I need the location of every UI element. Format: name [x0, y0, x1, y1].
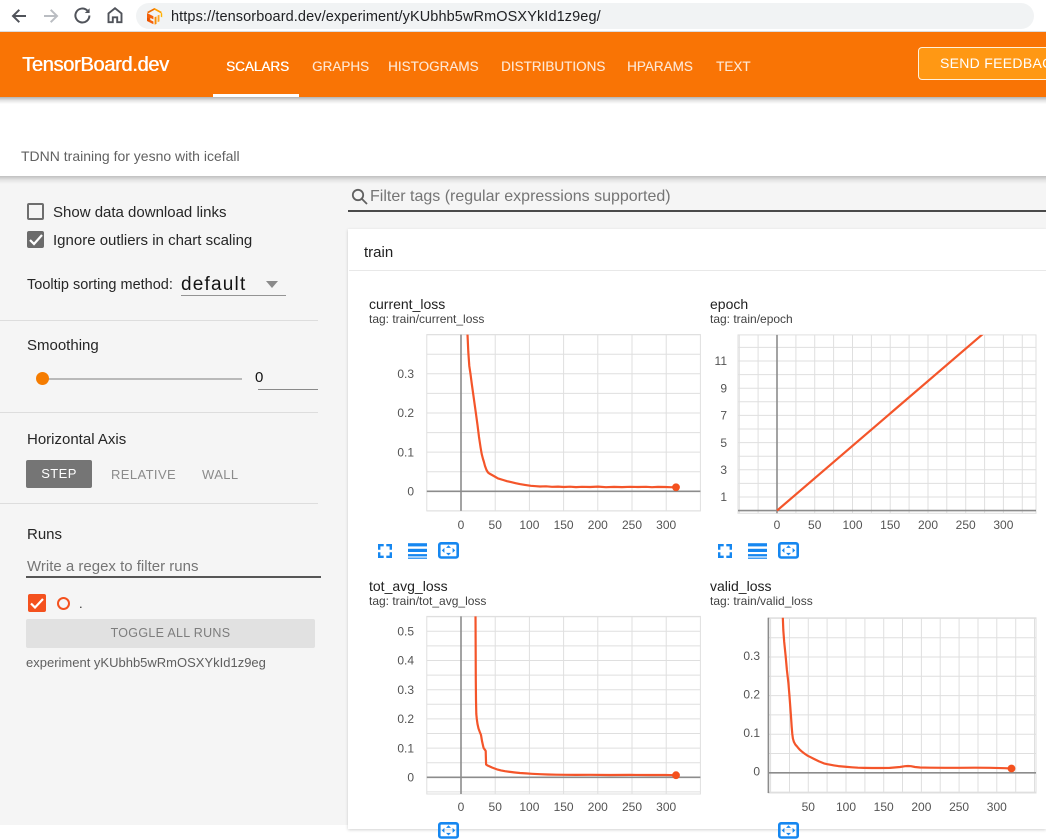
svg-text:0.3: 0.3	[743, 649, 760, 663]
svg-text:250: 250	[949, 800, 969, 814]
svg-text:0: 0	[407, 485, 414, 499]
svg-text:3: 3	[720, 463, 727, 477]
svg-text:7: 7	[720, 409, 727, 423]
svg-text:11: 11	[715, 354, 728, 368]
svg-text:9: 9	[720, 381, 727, 395]
svg-text:150: 150	[880, 518, 900, 532]
svg-text:50: 50	[489, 518, 503, 532]
svg-text:250: 250	[622, 518, 642, 532]
svg-text:100: 100	[519, 800, 539, 814]
svg-text:100: 100	[519, 518, 539, 532]
svg-text:0.1: 0.1	[397, 445, 414, 459]
svg-text:50: 50	[802, 800, 816, 814]
svg-text:150: 150	[874, 800, 894, 814]
svg-text:0: 0	[753, 765, 760, 779]
svg-text:300: 300	[656, 518, 676, 532]
svg-text:300: 300	[656, 800, 676, 814]
svg-text:200: 200	[911, 800, 931, 814]
svg-text:0.3: 0.3	[397, 367, 414, 381]
svg-text:0: 0	[407, 771, 414, 785]
svg-text:0.2: 0.2	[743, 687, 760, 701]
svg-text:0: 0	[458, 518, 465, 532]
svg-text:100: 100	[842, 518, 862, 532]
svg-text:300: 300	[993, 518, 1013, 532]
svg-text:100: 100	[836, 800, 856, 814]
svg-text:200: 200	[588, 800, 608, 814]
svg-text:50: 50	[489, 800, 503, 814]
svg-text:250: 250	[622, 800, 642, 814]
svg-text:0.5: 0.5	[397, 625, 414, 639]
svg-text:200: 200	[588, 518, 608, 532]
svg-text:0.4: 0.4	[397, 654, 414, 668]
svg-text:0.1: 0.1	[743, 726, 760, 740]
svg-text:150: 150	[554, 800, 574, 814]
svg-text:150: 150	[554, 518, 574, 532]
svg-text:50: 50	[808, 518, 822, 532]
svg-text:300: 300	[987, 800, 1007, 814]
svg-text:0: 0	[774, 518, 781, 532]
svg-text:0.2: 0.2	[397, 406, 414, 420]
svg-text:200: 200	[918, 518, 938, 532]
svg-text:0: 0	[458, 800, 465, 814]
svg-text:5: 5	[720, 436, 727, 450]
svg-text:0.2: 0.2	[397, 712, 414, 726]
svg-text:0.1: 0.1	[397, 741, 414, 755]
svg-text:250: 250	[956, 518, 976, 532]
svg-text:1: 1	[720, 490, 727, 504]
svg-text:0.3: 0.3	[397, 683, 414, 697]
